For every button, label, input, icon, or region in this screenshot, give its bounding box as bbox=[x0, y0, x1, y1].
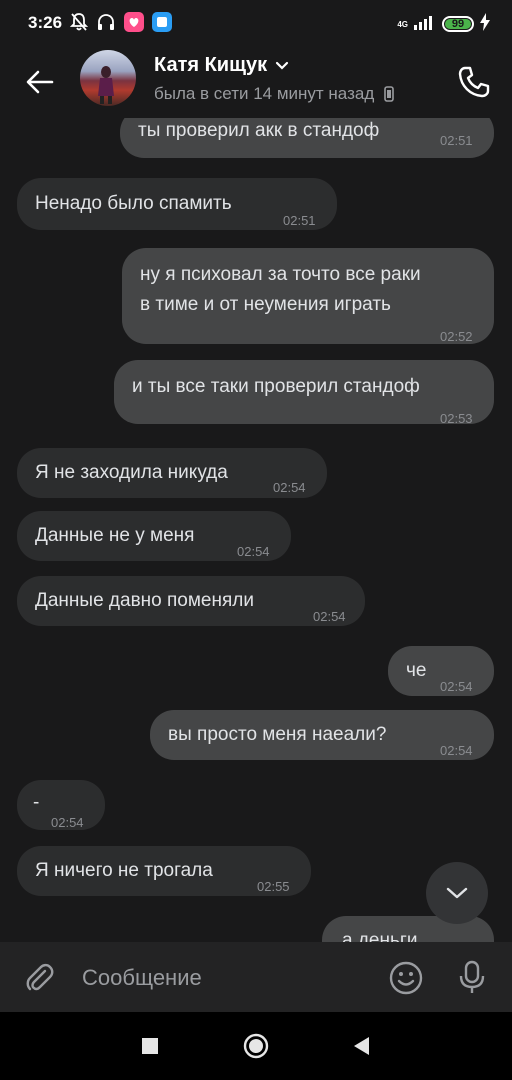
contact-last-seen: была в сети 14 минут назад bbox=[154, 84, 375, 103]
outgoing-message[interactable]: и ты все таки проверил стандоф 02:53 bbox=[114, 360, 494, 426]
headphones-icon bbox=[96, 12, 116, 37]
incoming-message[interactable]: Данные не у меня 02:54 bbox=[17, 511, 291, 561]
charging-icon bbox=[480, 12, 490, 36]
chevron-down-icon bbox=[276, 61, 289, 70]
status-time: 3:26 bbox=[28, 13, 63, 32]
message-composer bbox=[0, 942, 512, 1012]
chevron-down-icon bbox=[446, 887, 468, 899]
system-navigation-bar bbox=[0, 1012, 512, 1080]
network-type: 4G bbox=[397, 19, 408, 29]
incoming-message[interactable]: Я не заходила никуда 02:54 bbox=[17, 448, 327, 498]
status-icons-right: 4G 99 bbox=[397, 12, 490, 36]
contact-name-row[interactable]: Катя Кищук bbox=[154, 54, 289, 77]
message-time: 02:52 bbox=[440, 329, 473, 344]
message-time: 02:54 bbox=[313, 609, 346, 624]
circle-icon bbox=[243, 1033, 269, 1059]
contact-last-seen-row: была в сети 14 минут назад bbox=[154, 84, 395, 104]
chat-header: Катя Кищук была в сети 14 минут назад bbox=[0, 48, 512, 118]
message-time: 02:54 bbox=[440, 743, 473, 758]
mobile-phone-icon bbox=[384, 86, 395, 102]
arrow-left-icon bbox=[26, 70, 54, 94]
outgoing-message[interactable]: че 02:54 bbox=[388, 646, 494, 696]
incoming-message[interactable]: Ненадо было спамить 02:51 bbox=[17, 178, 337, 230]
outgoing-message[interactable]: вы просто меня наеали? 02:54 bbox=[150, 710, 494, 760]
app-notification-icon bbox=[152, 11, 172, 37]
battery-icon: 99 bbox=[442, 16, 474, 32]
message-time: 02:54 bbox=[51, 815, 84, 830]
back-nav-button[interactable] bbox=[346, 1030, 378, 1062]
message-input[interactable] bbox=[72, 958, 372, 998]
status-icons-left bbox=[69, 11, 172, 37]
incoming-message[interactable]: - 02:54 bbox=[17, 780, 105, 830]
call-button[interactable] bbox=[452, 60, 496, 104]
status-bar: 3:26 4G 99 bbox=[0, 0, 512, 48]
phone-icon bbox=[458, 66, 490, 98]
scroll-to-bottom-button[interactable] bbox=[426, 862, 488, 924]
contact-name: Катя Кищук bbox=[154, 54, 268, 76]
smile-icon bbox=[389, 961, 423, 995]
home-button[interactable] bbox=[240, 1030, 272, 1062]
app-notification-icon bbox=[124, 11, 144, 37]
attach-button[interactable] bbox=[20, 958, 60, 998]
triangle-back-icon bbox=[354, 1037, 369, 1055]
paperclip-icon bbox=[26, 963, 54, 991]
message-time: 02:54 bbox=[237, 544, 270, 559]
outgoing-message[interactable]: ты проверил акк в стандоф 02:51 bbox=[120, 118, 494, 158]
square-icon bbox=[142, 1038, 158, 1054]
message-time: 02:55 bbox=[257, 879, 290, 894]
microphone-icon bbox=[459, 960, 485, 993]
message-time: 02:54 bbox=[273, 480, 306, 495]
muted-bell-icon bbox=[69, 12, 89, 37]
message-time: 02:54 bbox=[440, 679, 473, 694]
avatar[interactable] bbox=[80, 50, 136, 106]
message-time: 02:51 bbox=[440, 133, 473, 148]
recent-apps-button[interactable] bbox=[134, 1030, 166, 1062]
message-time: 02:53 bbox=[440, 411, 473, 426]
back-button[interactable] bbox=[20, 62, 60, 102]
emoji-button[interactable] bbox=[386, 958, 426, 998]
incoming-message[interactable]: Данные давно поменяли 02:54 bbox=[17, 576, 365, 626]
message-time: 02:51 bbox=[283, 213, 316, 228]
message-list[interactable]: ты проверил акк в стандоф 02:51 Ненадо б… bbox=[0, 118, 512, 942]
incoming-message[interactable]: Я ничего не трогала 02:55 bbox=[17, 846, 311, 896]
signal-icon bbox=[414, 14, 436, 35]
outgoing-message[interactable]: ну я психовал за точто все раки в тиме и… bbox=[122, 248, 494, 344]
voice-message-button[interactable] bbox=[452, 958, 492, 998]
